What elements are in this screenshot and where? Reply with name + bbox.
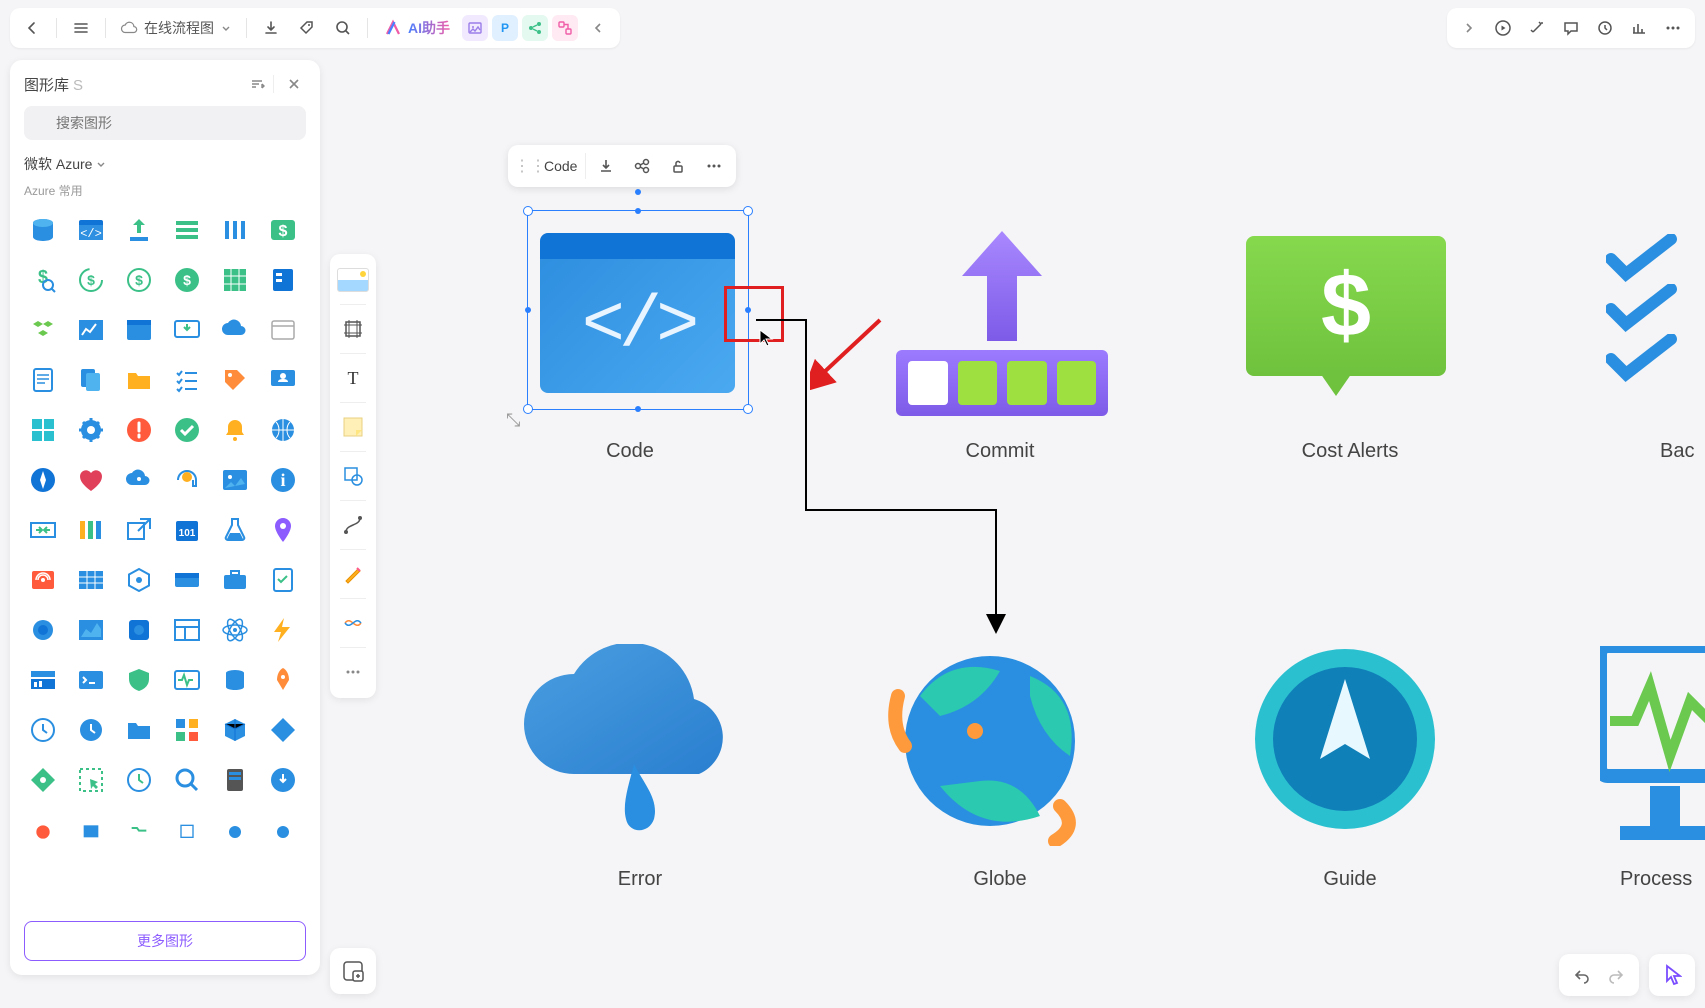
resize-handle-se[interactable] bbox=[743, 404, 753, 414]
label-process: Process bbox=[1620, 868, 1705, 891]
link-shape-button[interactable] bbox=[626, 150, 658, 182]
redo-button[interactable] bbox=[1599, 958, 1633, 992]
label-cost-alerts: Cost Alerts bbox=[1280, 440, 1420, 463]
resize-handle-w[interactable] bbox=[525, 307, 531, 313]
dollar-sign-icon: $ bbox=[1321, 255, 1371, 358]
resize-handle-n[interactable] bbox=[635, 208, 641, 214]
more-shape-button[interactable] bbox=[698, 150, 730, 182]
canvas-shape-cost-alerts[interactable]: $ bbox=[1246, 236, 1446, 376]
label-guide: Guide bbox=[1290, 868, 1410, 891]
annotation-red-arrow bbox=[810, 310, 890, 390]
canvas-shape-error[interactable] bbox=[514, 644, 734, 834]
canvas[interactable]: ⋮⋮ Code </> ⤡ Code Comm bbox=[0, 0, 1705, 1008]
annotation-red-box bbox=[724, 286, 784, 342]
selection-box: ⤡ bbox=[527, 210, 749, 410]
pointer-tool-button[interactable] bbox=[1655, 958, 1689, 992]
bottom-right-controls bbox=[1559, 954, 1695, 996]
label-globe: Globe bbox=[940, 868, 1060, 891]
label-error: Error bbox=[590, 868, 690, 891]
context-toolbar: ⋮⋮ Code bbox=[508, 145, 736, 187]
cost-bubble-tail bbox=[1318, 370, 1354, 396]
commit-arrow-icon bbox=[952, 221, 1052, 341]
undo-button[interactable] bbox=[1565, 958, 1599, 992]
resize-handle-ne[interactable] bbox=[743, 206, 753, 216]
canvas-shape-backlog[interactable] bbox=[1606, 234, 1678, 384]
canvas-shape-globe[interactable] bbox=[880, 636, 1100, 846]
resize-icon: ⤡ bbox=[506, 410, 520, 431]
canvas-shape-commit[interactable] bbox=[896, 350, 1108, 416]
resize-handle-nw[interactable] bbox=[523, 206, 533, 216]
label-code: Code bbox=[580, 440, 680, 463]
export-shape-button[interactable] bbox=[590, 150, 622, 182]
label-backlog: Bac bbox=[1660, 440, 1705, 463]
rotation-handle[interactable] bbox=[635, 189, 641, 195]
resize-handle-s[interactable] bbox=[635, 406, 641, 412]
resize-handle-sw[interactable] bbox=[523, 404, 533, 414]
shape-name-label: Code bbox=[536, 153, 586, 179]
label-commit: Commit bbox=[940, 440, 1060, 463]
lock-shape-button[interactable] bbox=[662, 150, 694, 182]
canvas-shape-process[interactable] bbox=[1600, 646, 1705, 842]
canvas-shape-guide[interactable] bbox=[1250, 644, 1440, 834]
drag-handle-icon[interactable]: ⋮⋮ bbox=[514, 156, 532, 176]
cursor-icon bbox=[758, 328, 774, 348]
